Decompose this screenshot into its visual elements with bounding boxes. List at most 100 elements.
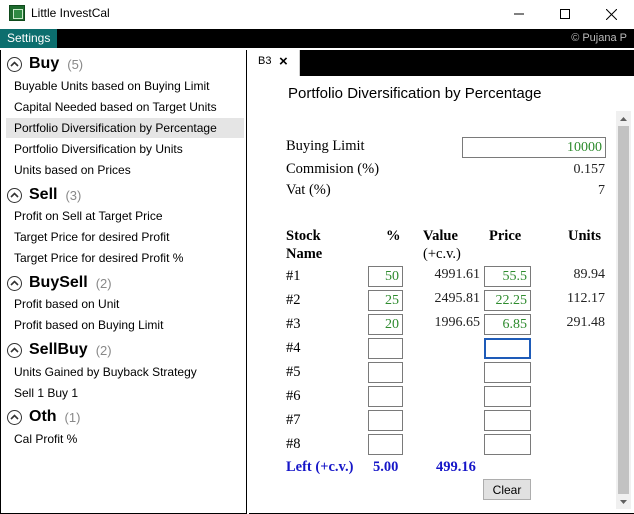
tab-strip: B3 × [249,50,634,76]
units-cell: 291.48 [566,315,606,330]
sidebar-item[interactable]: Capital Needed based on Target Units [6,97,244,117]
header-units: Units [568,228,602,244]
chevron-up-circle-icon [7,342,22,358]
sidebar: Buy (5) Buyable Units based on Buying Li… [0,50,247,514]
group-count: (2) [95,275,112,291]
price-input[interactable] [484,386,531,407]
scrollbar-thumb[interactable] [618,126,629,494]
left-label: Left (+c.v.) [286,459,354,475]
scroll-up-icon[interactable] [616,111,631,126]
value-cell: 1996.65 [434,315,481,330]
sidebar-item[interactable]: Target Price for desired Profit % [6,248,244,268]
price-input[interactable] [484,410,531,431]
sidebar-item-selected[interactable]: Portfolio Diversification by Percentage [6,118,244,138]
window-title: Little InvestCal [31,6,110,20]
minimize-button[interactable] [496,0,542,28]
group-header-buy[interactable]: Buy (5) [7,54,83,74]
left-value: 499.16 [436,459,476,475]
value-cell: 4991.61 [434,267,481,282]
left-percent: 5.00 [373,459,399,475]
chevron-up-circle-icon [7,275,22,291]
value-cell: 2495.81 [434,291,481,306]
sidebar-item[interactable]: Portfolio Diversification by Units [6,139,244,159]
tab-b3[interactable]: B3 × [249,50,300,76]
sidebar-item[interactable]: Units Gained by Buyback Strategy [6,362,244,382]
sidebar-item[interactable]: Profit on Sell at Target Price [6,206,244,226]
percent-input[interactable] [368,266,403,287]
header-percent: % [386,228,401,244]
maximize-icon [560,9,570,19]
group-count: (3) [65,187,82,203]
close-icon[interactable]: × [279,53,288,70]
app-icon [9,5,25,21]
row-name: #7 [286,412,301,428]
close-icon [605,8,617,20]
row-name: #5 [286,364,301,380]
sidebar-item[interactable]: Units based on Prices [6,160,244,180]
units-cell: 112.17 [567,291,605,306]
scroll-down-icon[interactable] [616,494,631,509]
row-name: #1 [286,268,301,284]
header-cv: (+c.v.) [423,246,461,262]
price-input[interactable] [484,290,531,311]
sidebar-item[interactable]: Buyable Units based on Buying Limit [6,76,244,96]
percent-input[interactable] [368,362,403,383]
row-name: #4 [286,340,301,356]
group-count: (1) [64,409,81,425]
units-cell: 89.94 [573,267,606,282]
sidebar-item[interactable]: Profit based on Unit [6,294,244,314]
header-price: Price [489,228,522,244]
chevron-up-circle-icon [7,409,22,425]
row-name: #3 [286,316,301,332]
group-title: Buy [29,55,60,72]
row-name: #6 [286,388,301,404]
credit-text: © Pujana P [571,32,627,44]
percent-input[interactable] [368,410,403,431]
buying-limit-input[interactable] [462,137,606,158]
tab-label: B3 [258,55,272,67]
commission-label: Commision (%) [286,161,380,177]
vat-value: 7 [598,183,605,198]
price-input[interactable] [484,434,531,455]
minimize-icon [514,13,524,15]
price-input[interactable] [484,338,531,359]
buying-limit-label: Buying Limit [286,138,365,154]
percent-input[interactable] [368,314,403,335]
percent-input[interactable] [368,434,403,455]
header-name: Name [286,246,323,262]
group-count: (5) [67,56,84,72]
percent-input[interactable] [368,386,403,407]
group-title: SellBuy [29,341,88,358]
chevron-up-circle-icon [7,187,22,203]
group-title: BuySell [29,274,88,291]
group-count: (2) [95,342,112,358]
close-button[interactable] [588,0,634,28]
group-header-buysell[interactable]: BuySell (2) [7,273,112,293]
price-input[interactable] [484,266,531,287]
maximize-button[interactable] [542,0,588,28]
row-name: #2 [286,292,301,308]
clear-button[interactable]: Clear [483,479,531,500]
calculator-panel: Portfolio Diversification by Percentage … [249,76,634,514]
group-header-oth[interactable]: Oth (1) [7,407,80,427]
header-stock: Stock [286,228,321,244]
sidebar-item[interactable]: Target Price for desired Profit [6,227,244,247]
group-title: Oth [29,408,57,425]
row-name: #8 [286,436,301,452]
chevron-up-circle-icon [7,56,22,72]
title-bar: Little InvestCal [0,0,634,28]
sidebar-item[interactable]: Profit based on Buying Limit [6,315,244,335]
percent-input[interactable] [368,290,403,311]
sidebar-item[interactable]: Sell 1 Buy 1 [6,383,244,403]
menu-bar: Settings © Pujana P [0,29,634,48]
page-title: Portfolio Diversification by Percentage [288,85,542,102]
vertical-scrollbar[interactable] [616,111,631,509]
price-input[interactable] [484,314,531,335]
settings-menu[interactable]: Settings [0,29,57,48]
group-title: Sell [29,186,58,203]
group-header-sellbuy[interactable]: SellBuy (2) [7,340,112,360]
percent-input[interactable] [368,338,403,359]
price-input[interactable] [484,362,531,383]
sidebar-item[interactable]: Cal Profit % [6,429,244,449]
group-header-sell[interactable]: Sell (3) [7,185,81,205]
